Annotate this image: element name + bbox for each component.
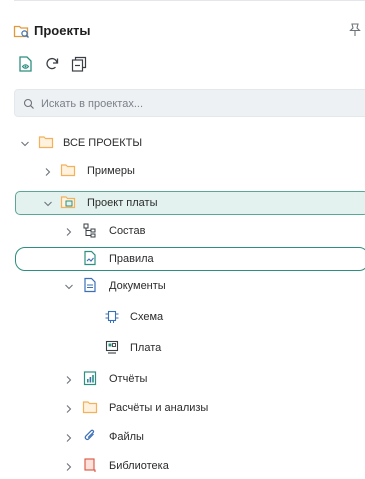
chevron-down-icon[interactable] — [19, 137, 31, 149]
search-icon — [23, 97, 35, 109]
chevron-right-icon[interactable] — [63, 225, 75, 237]
chevron-right-icon[interactable] — [42, 165, 54, 177]
tree-item-examples[interactable]: Примеры — [0, 158, 365, 184]
tree-item-label: Проект платы — [87, 197, 158, 209]
folder-icon — [82, 399, 98, 415]
folder-icon — [60, 162, 76, 178]
board-icon — [104, 339, 120, 355]
refresh-button[interactable] — [42, 54, 62, 74]
tree-item-calculations[interactable]: Расчёты и анализы — [0, 395, 365, 421]
tree-item-label: Примеры — [87, 165, 135, 177]
tree-item-label: Плата — [130, 342, 162, 354]
tree-item-composition[interactable]: Состав — [0, 218, 365, 244]
panel-title: Проекты — [34, 23, 91, 38]
add-project-button[interactable] — [16, 54, 36, 74]
tree-item-label: Библиотека — [109, 460, 169, 472]
schematic-icon — [104, 308, 120, 324]
search-box — [14, 89, 365, 118]
chevron-right-icon[interactable] — [63, 431, 75, 443]
tree-item-rules[interactable]: Правила — [0, 246, 365, 272]
search-input[interactable] — [39, 90, 363, 118]
panel-toolbar — [0, 52, 365, 76]
tree-item-label: Отчёты — [109, 373, 148, 385]
tree-item-all-projects[interactable]: ВСЕ ПРОЕКТЫ — [0, 130, 365, 156]
tree-item-documents[interactable]: Документы — [0, 273, 365, 299]
collapse-all-icon — [71, 56, 87, 72]
paperclip-icon — [82, 428, 98, 444]
tree-item-reports[interactable]: Отчёты — [0, 366, 365, 392]
rules-icon — [82, 250, 98, 266]
tree-item-label: Документы — [109, 280, 166, 292]
tree-item-label: Схема — [130, 311, 164, 323]
panel-header: Проекты — [0, 18, 365, 44]
documents-icon — [82, 277, 98, 293]
project-board-icon — [60, 194, 76, 210]
tree-item-board-project[interactable]: Проект платы — [0, 190, 365, 216]
tree-item-label: Расчёты и анализы — [109, 402, 209, 414]
document-eye-icon — [19, 56, 32, 72]
library-icon — [82, 457, 98, 473]
collapse-all-button[interactable] — [69, 54, 89, 74]
refresh-icon — [46, 57, 59, 70]
tree-item-label: Правила — [109, 253, 154, 265]
tree-item-label: ВСЕ ПРОЕКТЫ — [63, 137, 143, 149]
chevron-right-icon[interactable] — [63, 402, 75, 414]
folder-icon — [38, 134, 54, 150]
top-divider — [14, 0, 365, 1]
tree-item-label: Состав — [109, 225, 146, 237]
project-folder-icon — [13, 22, 31, 40]
pin-icon[interactable] — [349, 22, 361, 38]
chevron-down-icon[interactable] — [63, 280, 75, 292]
tree-item-board[interactable]: Плата — [0, 335, 365, 361]
report-icon — [82, 370, 98, 386]
tree-item-library[interactable]: Библиотека — [0, 453, 365, 479]
hierarchy-icon — [82, 222, 98, 238]
tree-item-label: Файлы — [109, 431, 144, 443]
chevron-right-icon[interactable] — [63, 373, 75, 385]
tree-item-files[interactable]: Файлы — [0, 424, 365, 450]
chevron-right-icon[interactable] — [63, 460, 75, 472]
tree-item-schematic[interactable]: Схема — [0, 304, 365, 330]
chevron-down-icon[interactable] — [42, 197, 54, 209]
